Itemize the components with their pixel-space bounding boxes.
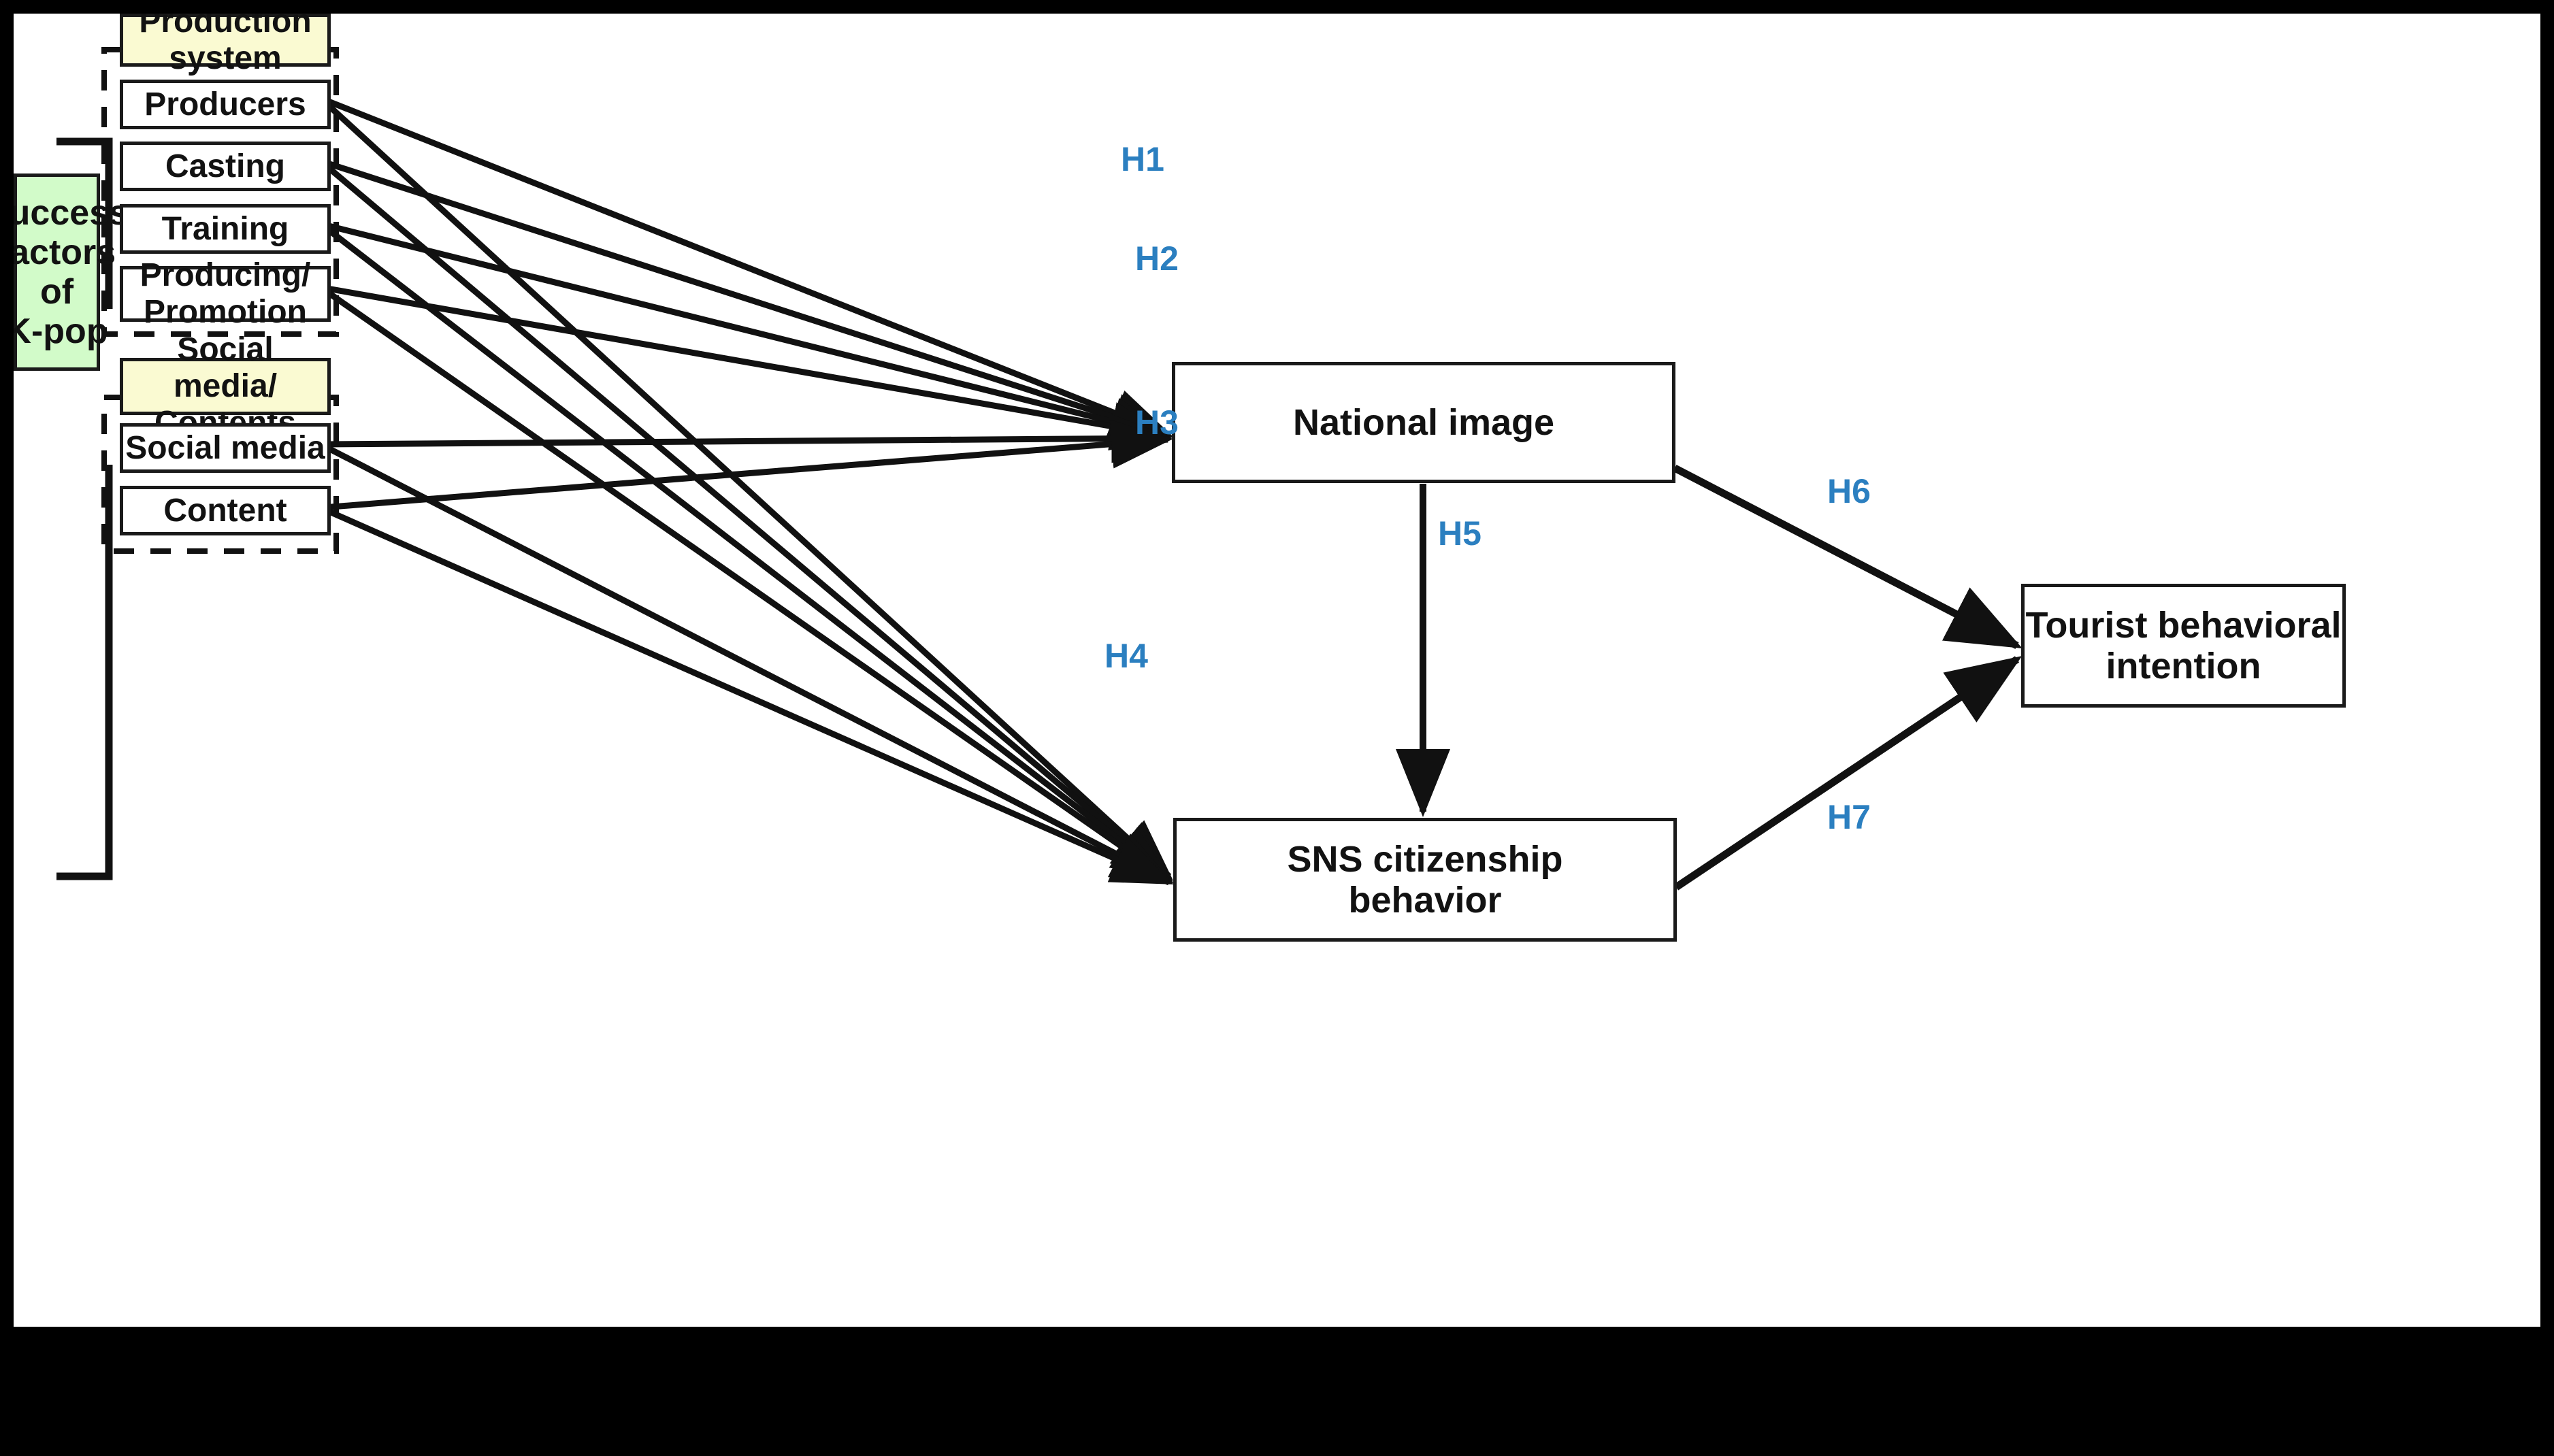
edge-casting-to-national-image [322, 159, 1173, 441]
edges-to-national-image [322, 96, 1173, 511]
hypothesis-label-h4: H4 [1104, 637, 1148, 675]
edge-sns-to-tourist [1673, 656, 2023, 891]
edge-producing-to-national-image [323, 284, 1173, 451]
edges-to-sns-citizenship-behavior [321, 98, 1174, 886]
node-producers[interactable]: Producers [120, 80, 331, 129]
hypothesis-label-h7: H7 [1827, 798, 1871, 836]
node-success-factors-of-kpop[interactable]: SuccessfactorsofK-pop [14, 173, 129, 371]
group-header-social-media-contents[interactable]: Social media/Contents [120, 331, 331, 441]
edge-casting-to-sns [321, 161, 1173, 880]
edge-content-to-national-image [323, 419, 1173, 511]
node-tourist-behavioral-intention[interactable]: Tourist behavioral intention [2021, 584, 2346, 708]
hypothesis-label-h5: H5 [1438, 514, 1481, 552]
node-sns-citizenship-behavior[interactable]: SNS citizenship behavior [1173, 818, 1677, 942]
node-training[interactable]: Training [120, 204, 331, 254]
hypothesis-label-h1: H1 [1121, 140, 1164, 178]
node-social-media[interactable]: Social media [120, 423, 331, 473]
node-content[interactable]: Content [120, 486, 331, 535]
hypothesis-label-h6: H6 [1827, 472, 1871, 510]
edge-producers-to-national-image [322, 96, 1173, 437]
edge-socialmedia-to-sns [321, 442, 1174, 884]
bracket-social-media [56, 465, 113, 880]
node-national-image[interactable]: National image [1172, 362, 1675, 483]
edge-content-to-sns [322, 506, 1174, 886]
hypothesis-label-h2: H2 [1135, 239, 1179, 278]
diagram-canvas: SuccessfactorsofK-pop Production system … [14, 14, 2540, 1327]
group-header-production-system[interactable]: Production system [120, 14, 331, 76]
node-casting[interactable]: Casting [120, 142, 331, 191]
edge-socialmedia-to-national-image [323, 414, 1173, 463]
edge-producing-to-sns [321, 286, 1173, 883]
node-producing-promotion[interactable]: Producing/Promotion [120, 257, 331, 330]
edge-training-to-sns [321, 223, 1173, 882]
edge-producers-to-sns [321, 98, 1173, 880]
hypothesis-label-h3: H3 [1135, 403, 1179, 442]
edge-training-to-national-image [322, 221, 1173, 446]
